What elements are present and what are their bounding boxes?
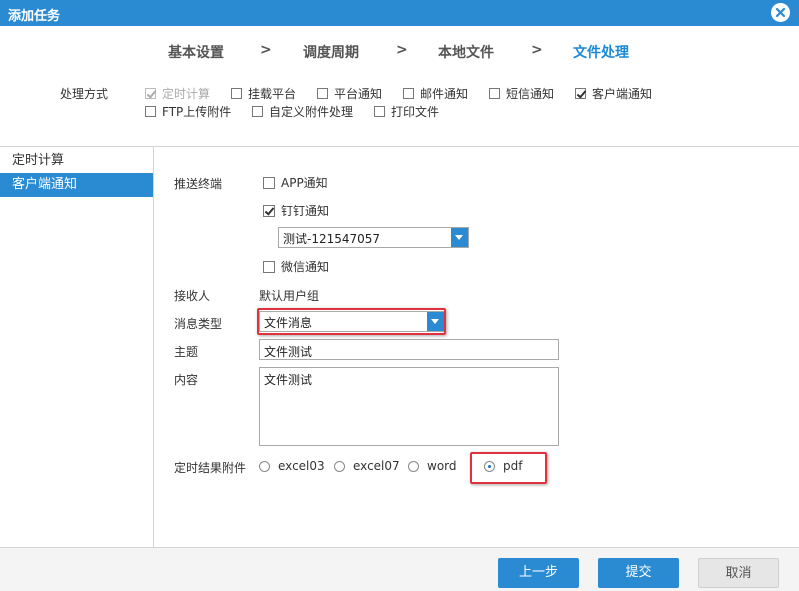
method-label: 邮件通知 (420, 87, 469, 101)
subject-input[interactable]: 文件测试 (259, 339, 559, 360)
wechat-notify-checkbox[interactable]: 微信通知 (263, 258, 329, 275)
client-notify-form: 推送终端 APP通知 钉钉通知 测试-121547057 微信通知 接收人 默认… (155, 147, 799, 547)
method-label: 定时计算 (162, 87, 211, 101)
step-separator: > (396, 42, 408, 58)
subject-value: 文件测试 (264, 345, 313, 359)
method-label: 挂载平台 (248, 87, 297, 101)
attach-option-label: word (427, 459, 457, 473)
checkbox[interactable] (317, 88, 328, 99)
dingtalk-target-value: 测试-121547057 (283, 232, 381, 246)
message-type-highlight (257, 308, 446, 335)
method-label: FTP上传附件 (162, 105, 232, 119)
wizard-steps: 基本设置 > 调度周期 > 本地文件 > 文件处理 (0, 42, 799, 64)
step-separator: > (531, 42, 543, 58)
processing-methods: 处理方式 定时计算 挂载平台 平台通知 邮件通知 短信通知 客户端通知 FTP上… (0, 83, 799, 123)
attach-option-label: excel07 (353, 459, 400, 473)
method-platform-notify[interactable]: 平台通知 (317, 85, 382, 102)
push-terminal-label: 推送终端 (174, 177, 223, 191)
step-basic-settings[interactable]: 基本设置 (168, 42, 224, 62)
prev-step-button[interactable]: 上一步 (498, 558, 579, 588)
checkbox[interactable] (575, 88, 586, 99)
checkbox[interactable] (263, 176, 275, 189)
checkbox[interactable] (374, 106, 385, 117)
dingtalk-notify-label: 钉钉通知 (281, 204, 330, 218)
checkbox[interactable] (231, 88, 242, 99)
app-notify-label: APP通知 (281, 176, 328, 190)
submit-button[interactable]: 提交 (598, 558, 679, 588)
attach-option-label: excel03 (278, 459, 325, 473)
title-bar: 添加任务 (0, 0, 799, 26)
radio-button[interactable] (408, 460, 419, 472)
checkbox[interactable] (263, 260, 275, 273)
method-mount-platform[interactable]: 挂载平台 (231, 85, 296, 102)
step-local-file[interactable]: 本地文件 (438, 42, 494, 62)
content-label: 内容 (174, 373, 199, 387)
attach-radio-excel07[interactable]: excel07 (334, 459, 400, 473)
checkbox[interactable] (263, 204, 275, 217)
method-label: 短信通知 (506, 87, 555, 101)
attach-radio-word[interactable]: word (408, 459, 457, 473)
checkbox (145, 88, 156, 99)
method-label: 打印文件 (391, 105, 440, 119)
dingtalk-target-select[interactable]: 测试-121547057 (278, 227, 469, 248)
checkbox[interactable] (403, 88, 414, 99)
step-file-processing[interactable]: 文件处理 (573, 42, 629, 62)
method-email-notify[interactable]: 邮件通知 (403, 85, 468, 102)
dialog-footer: 上一步 提交 取消 (0, 547, 799, 591)
window-title: 添加任务 (8, 9, 61, 24)
cancel-button[interactable]: 取消 (698, 558, 779, 588)
message-type-label: 消息类型 (174, 317, 223, 331)
chevron-down-icon[interactable] (451, 228, 468, 247)
left-nav: 定时计算 客户端通知 (0, 147, 154, 547)
close-icon[interactable] (771, 3, 790, 22)
method-ftp-upload[interactable]: FTP上传附件 (145, 103, 231, 120)
nav-item-client-notify[interactable]: 客户端通知 (0, 173, 153, 197)
content-textarea[interactable]: 文件测试 (259, 367, 559, 446)
method-print-file[interactable]: 打印文件 (374, 103, 439, 120)
attachment-label: 定时结果附件 (174, 461, 247, 475)
step-separator: > (260, 42, 272, 58)
recipient-value: 默认用户组 (259, 289, 320, 303)
methods-label: 处理方式 (60, 87, 109, 101)
method-label: 客户端通知 (592, 87, 653, 101)
step-schedule[interactable]: 调度周期 (303, 42, 359, 62)
radio-button[interactable] (259, 460, 270, 472)
pdf-highlight (470, 452, 547, 484)
app-notify-checkbox[interactable]: APP通知 (263, 174, 328, 191)
method-scheduled-calc: 定时计算 (145, 85, 210, 102)
method-custom-attachment[interactable]: 自定义附件处理 (252, 103, 353, 120)
recipient-label: 接收人 (174, 289, 211, 303)
content-value: 文件测试 (264, 373, 313, 387)
subject-label: 主题 (174, 345, 199, 359)
method-label: 平台通知 (334, 87, 383, 101)
method-label: 自定义附件处理 (269, 105, 354, 119)
attach-radio-excel03[interactable]: excel03 (259, 459, 325, 473)
method-sms-notify[interactable]: 短信通知 (489, 85, 554, 102)
method-client-notify[interactable]: 客户端通知 (575, 85, 652, 102)
dingtalk-notify-checkbox[interactable]: 钉钉通知 (263, 202, 329, 219)
wechat-notify-label: 微信通知 (281, 260, 330, 274)
checkbox[interactable] (252, 106, 263, 117)
checkbox[interactable] (145, 106, 156, 117)
checkbox[interactable] (489, 88, 500, 99)
nav-item-scheduled-calc[interactable]: 定时计算 (0, 149, 153, 173)
radio-button[interactable] (334, 460, 345, 472)
